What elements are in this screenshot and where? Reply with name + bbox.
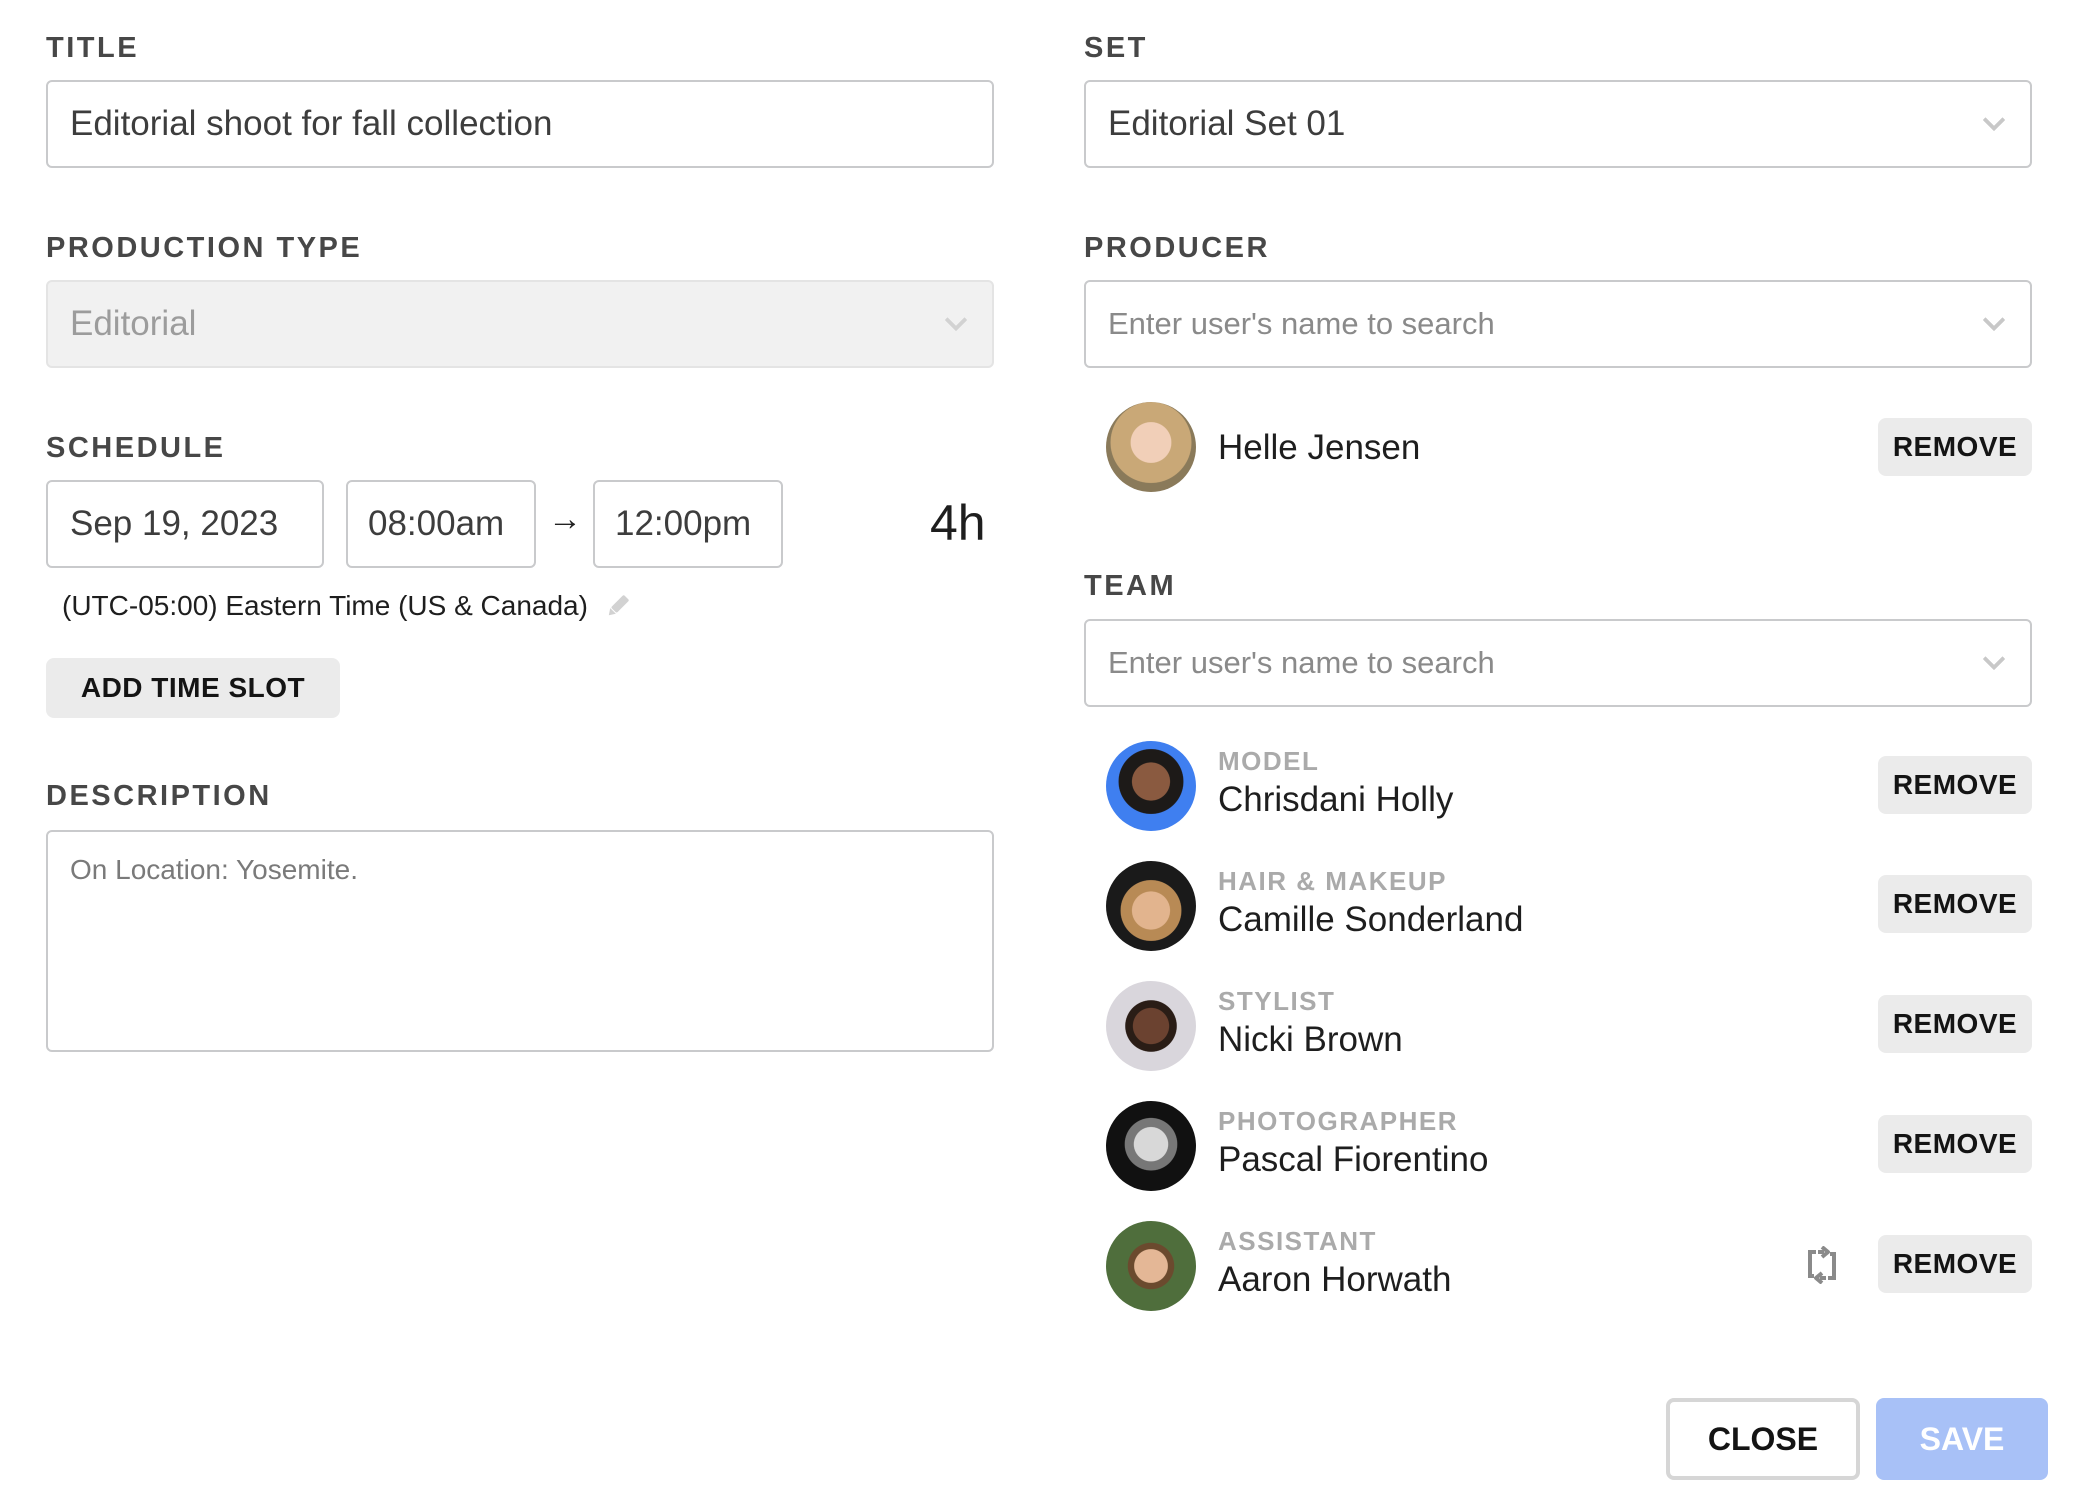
swap-icon[interactable]	[1806, 1245, 1838, 1285]
team-member-role: MODEL	[1218, 746, 1320, 776]
producer-name: Helle Jensen	[1218, 428, 1421, 467]
team-member-avatar	[1106, 1221, 1196, 1311]
add-time-slot-button[interactable]: ADD TIME SLOT	[46, 658, 340, 718]
start-time-input[interactable]: 08:00am	[346, 480, 536, 568]
team-search-input[interactable]: Enter user's name to search	[1084, 619, 2032, 707]
team-member-role: HAIR & MAKEUP	[1218, 866, 1447, 896]
production-type-select: Editorial	[46, 280, 994, 368]
production-type-label: PRODUCTION TYPE	[46, 232, 363, 264]
chevron-down-icon	[1982, 108, 2006, 132]
remove-team-member-button[interactable]: REMOVE	[1878, 995, 2032, 1053]
arrow-right-icon: →	[548, 500, 582, 538]
team-member-name: Nicki Brown	[1218, 1020, 1403, 1059]
description-textarea[interactable]: On Location: Yosemite.	[46, 830, 994, 1052]
team-member-role: STYLIST	[1218, 986, 1336, 1016]
title-input[interactable]: Editorial shoot for fall collection	[46, 80, 994, 168]
producer-search-placeholder: Enter user's name to search	[1108, 306, 1495, 341]
team-member-name: Camille Sonderland	[1218, 900, 1524, 939]
remove-team-member-button[interactable]: REMOVE	[1878, 1235, 2032, 1293]
end-time-input[interactable]: 12:00pm	[593, 480, 783, 568]
save-button[interactable]: SAVE	[1876, 1398, 2048, 1480]
team-member-role: PHOTOGRAPHER	[1218, 1106, 1458, 1136]
chevron-down-icon	[944, 308, 968, 332]
team-member-name: Aaron Horwath	[1218, 1260, 1452, 1299]
team-member-avatar	[1106, 741, 1196, 831]
edit-timezone-pencil-icon[interactable]	[606, 592, 630, 620]
team-member-avatar	[1106, 1101, 1196, 1191]
start-time-value: 08:00am	[368, 504, 505, 543]
date-input[interactable]: Sep 19, 2023	[46, 480, 324, 568]
producer-search-input[interactable]: Enter user's name to search	[1084, 280, 2032, 368]
end-time-value: 12:00pm	[615, 504, 752, 543]
team-search-placeholder: Enter user's name to search	[1108, 645, 1495, 680]
remove-team-member-button[interactable]: REMOVE	[1878, 756, 2032, 814]
schedule-label: SCHEDULE	[46, 432, 226, 464]
date-value: Sep 19, 2023	[70, 504, 279, 543]
remove-team-member-button[interactable]: REMOVE	[1878, 875, 2032, 933]
remove-team-member-button[interactable]: REMOVE	[1878, 1115, 2032, 1173]
producer-avatar	[1106, 402, 1196, 492]
close-button[interactable]: CLOSE	[1666, 1398, 1860, 1480]
description-value: On Location: Yosemite.	[70, 854, 358, 885]
remove-producer-button[interactable]: REMOVE	[1878, 418, 2032, 476]
description-label: DESCRIPTION	[46, 780, 272, 812]
set-select[interactable]: Editorial Set 01	[1084, 80, 2032, 168]
team-member-name: Pascal Fiorentino	[1218, 1140, 1489, 1179]
chevron-down-icon	[1982, 308, 2006, 332]
team-member-avatar	[1106, 861, 1196, 951]
producer-label: PRODUCER	[1084, 232, 1270, 264]
title-label: TITLE	[46, 32, 140, 64]
team-member-role: ASSISTANT	[1218, 1226, 1377, 1256]
team-member-name: Chrisdani Holly	[1218, 780, 1454, 819]
set-label: SET	[1084, 32, 1148, 64]
chevron-down-icon	[1982, 647, 2006, 671]
title-input-value: Editorial shoot for fall collection	[70, 104, 553, 143]
production-type-value: Editorial	[70, 304, 197, 343]
team-member-avatar	[1106, 981, 1196, 1071]
set-value: Editorial Set 01	[1108, 104, 1346, 143]
timezone-text: (UTC-05:00) Eastern Time (US & Canada)	[62, 590, 588, 621]
team-label: TEAM	[1084, 570, 1177, 602]
duration-text: 4h	[930, 495, 986, 551]
